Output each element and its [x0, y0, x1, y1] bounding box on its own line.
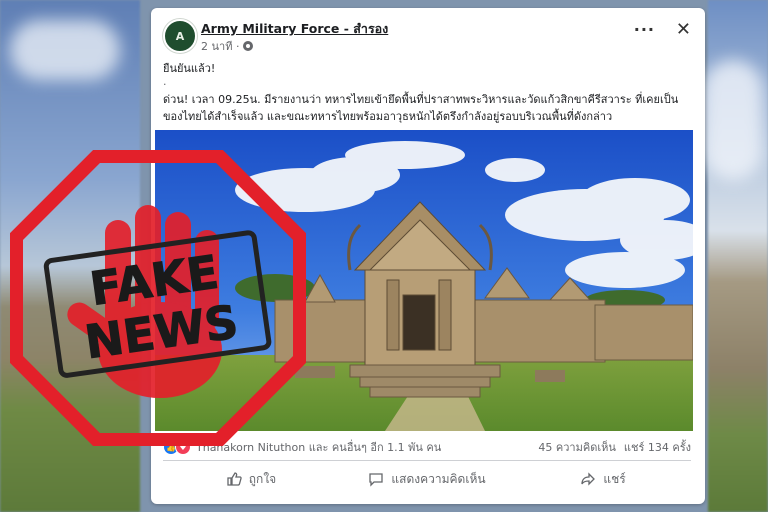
background-cloud: [10, 20, 120, 80]
share-label: แชร์: [603, 471, 626, 486]
close-button[interactable]: ✕: [676, 20, 691, 40]
audience-icon: [243, 41, 254, 51]
fake-news-stop-sign: FAKE NEWS: [10, 150, 306, 446]
post-text: ยืนยันแล้ว! . ด่วน! เวลา 09.25น. มีรายงา…: [163, 60, 691, 125]
like-button[interactable]: ถูกใจ: [163, 464, 339, 494]
comment-label: แสดงความคิดเห็น: [391, 471, 486, 486]
more-options-button[interactable]: ···: [634, 22, 655, 38]
post-meta: 2 นาที ·: [201, 37, 254, 55]
comment-icon: [369, 473, 384, 487]
like-label: ถูกใจ: [248, 471, 277, 486]
post-separator: .: [163, 75, 167, 88]
page-name-link[interactable]: Army Military Force - สำรอง: [201, 19, 388, 39]
comment-button[interactable]: แสดงความคิดเห็น: [339, 464, 515, 494]
post-header: A Army Military Force - สำรอง 2 นาที · ·…: [163, 18, 693, 58]
divider: [163, 460, 691, 461]
thumbs-up-icon: [227, 472, 242, 486]
action-bar: ถูกใจ แสดงความคิดเห็น แชร์: [163, 464, 691, 494]
page-avatar[interactable]: A: [163, 19, 197, 53]
share-icon: [581, 472, 596, 486]
post-body: ด่วน! เวลา 09.25น. มีรายงานว่า ทหารไทยเข…: [163, 93, 679, 123]
share-button[interactable]: แชร์: [515, 464, 691, 494]
engagement-counts: 45 ความคิดเห็น แชร์ 134 ครั้ง: [538, 438, 691, 456]
comment-count[interactable]: 45 ความคิดเห็น: [538, 438, 616, 456]
share-count[interactable]: แชร์ 134 ครั้ง: [624, 438, 691, 456]
background-cloud: [703, 60, 763, 180]
post-headline: ยืนยันแล้ว!: [163, 62, 216, 75]
post-time[interactable]: 2 นาที ·: [201, 37, 239, 55]
